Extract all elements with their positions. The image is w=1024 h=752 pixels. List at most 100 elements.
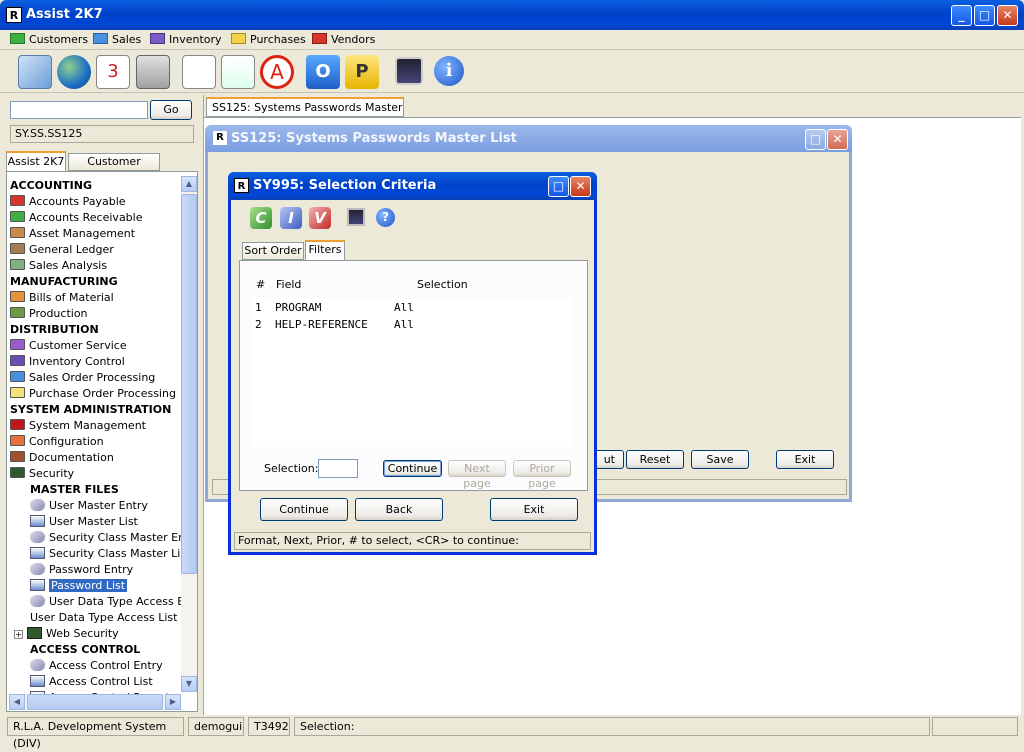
menu-inventory[interactable]: Inventory bbox=[150, 33, 222, 46]
globe-icon[interactable] bbox=[57, 55, 91, 89]
section-manufacturing[interactable]: MANUFACTURING bbox=[10, 274, 118, 290]
main-title-bar: R Assist 2K7 _ □ ✕ bbox=[0, 0, 1024, 30]
tree-bills-of-material[interactable]: Bills of Material bbox=[10, 290, 114, 306]
sy995-maximize-button[interactable]: □ bbox=[548, 176, 569, 197]
tree-user-data-type-access-list[interactable]: User Data Type Access List bbox=[30, 610, 177, 626]
tree-asset-management[interactable]: Asset Management bbox=[10, 226, 135, 242]
tree-access-control-list[interactable]: Access Control List bbox=[30, 674, 153, 690]
tree-production[interactable]: Production bbox=[10, 306, 88, 322]
tab-assist-2k7[interactable]: Assist 2K7 bbox=[6, 151, 66, 171]
doc-tab-ss125[interactable]: SS125: Systems Passwords Master List bbox=[206, 97, 404, 131]
ss125-save-button[interactable]: Save bbox=[691, 450, 749, 469]
mail-icon[interactable] bbox=[18, 55, 52, 89]
tree-general-ledger[interactable]: General Ledger bbox=[10, 242, 114, 258]
help-icon[interactable]: ? bbox=[376, 208, 395, 227]
menu-customers[interactable]: Customers bbox=[10, 33, 88, 46]
section-accounting[interactable]: ACCOUNTING bbox=[10, 178, 92, 194]
search-input[interactable] bbox=[10, 101, 148, 119]
tree-system-management[interactable]: System Management bbox=[10, 418, 146, 434]
tree-user-master-entry[interactable]: User Master Entry bbox=[30, 498, 148, 514]
maximize-button[interactable]: □ bbox=[974, 5, 995, 26]
exit-button[interactable]: Exit bbox=[490, 498, 578, 521]
ss125-exit-button[interactable]: Exit bbox=[776, 450, 834, 469]
picture-icon[interactable] bbox=[347, 208, 365, 226]
tree-configuration[interactable]: Configuration bbox=[10, 434, 104, 450]
tree-customer-service[interactable]: Customer Service bbox=[10, 338, 127, 354]
continue-button[interactable]: Continue bbox=[260, 498, 348, 521]
tree-accounts-payable[interactable]: Accounts Payable bbox=[10, 194, 126, 210]
tree-hscrollbar[interactable]: ◀ ▶ bbox=[9, 694, 181, 710]
tree-access-control-entry[interactable]: Access Control Entry bbox=[30, 658, 163, 674]
c-icon[interactable]: C bbox=[250, 207, 272, 229]
ss125-partial-button[interactable]: ut bbox=[594, 450, 624, 469]
tree-user-master-list[interactable]: User Master List bbox=[30, 514, 138, 530]
close-button[interactable]: ✕ bbox=[997, 5, 1018, 26]
minimize-button[interactable]: _ bbox=[951, 5, 972, 26]
scroll-left-button[interactable]: ◀ bbox=[9, 694, 25, 710]
section-system-administration[interactable]: SYSTEM ADMINISTRATION bbox=[10, 402, 171, 418]
ss125-reset-button[interactable]: Reset bbox=[626, 450, 684, 469]
folder-icon bbox=[10, 227, 25, 238]
back-button[interactable]: Back bbox=[355, 498, 443, 521]
sy995-close-button[interactable]: ✕ bbox=[570, 176, 591, 197]
section-distribution[interactable]: DISTRIBUTION bbox=[10, 322, 99, 338]
tree-security-class-master-entry[interactable]: Security Class Master Entry bbox=[30, 530, 197, 546]
tree-password-list[interactable]: Password List bbox=[30, 578, 128, 594]
scroll-right-button[interactable]: ▶ bbox=[165, 694, 181, 710]
col-header-selection: Selection bbox=[417, 278, 468, 291]
p-app-icon[interactable]: P bbox=[345, 55, 379, 89]
tree-security-class-master-list[interactable]: Security Class Master List bbox=[30, 546, 190, 562]
next-page-button[interactable]: Next page bbox=[448, 460, 506, 490]
section-master-files[interactable]: MASTER FILES bbox=[30, 482, 119, 498]
picture-icon[interactable] bbox=[395, 57, 423, 85]
calendar-icon[interactable]: 3 bbox=[96, 55, 130, 89]
menu-sales[interactable]: Sales bbox=[93, 33, 141, 46]
calculator-icon[interactable] bbox=[136, 55, 170, 89]
v-icon[interactable]: V bbox=[309, 207, 331, 229]
tree-accounts-receivable[interactable]: Accounts Receivable bbox=[10, 210, 143, 226]
go-button[interactable]: Go bbox=[150, 100, 192, 120]
expand-plus-icon[interactable]: + bbox=[14, 630, 23, 639]
tree-password-entry[interactable]: Password Entry bbox=[30, 562, 133, 578]
tree-inventory-control[interactable]: Inventory Control bbox=[10, 354, 125, 370]
ss125-maximize-button[interactable]: □ bbox=[805, 129, 826, 150]
tab-filters[interactable]: Filters bbox=[305, 240, 345, 261]
folder-icon bbox=[27, 627, 42, 639]
acrobat-icon[interactable]: A bbox=[260, 55, 294, 89]
spreadsheet-icon[interactable] bbox=[221, 55, 255, 89]
tree-documentation[interactable]: Documentation bbox=[10, 450, 114, 466]
list-item[interactable]: 1 PROGRAM All bbox=[252, 300, 573, 316]
continue-small-button[interactable]: Continue bbox=[383, 460, 442, 477]
section-access-control[interactable]: ACCESS CONTROL bbox=[30, 642, 140, 658]
tree-vscrollbar[interactable]: ▲ ▼ bbox=[181, 176, 197, 692]
tab-sort-order[interactable]: Sort Order bbox=[242, 242, 304, 260]
tree-user-data-type-access-entry[interactable]: User Data Type Access Ent bbox=[30, 594, 195, 610]
dialog-status-bar: Format, Next, Prior, # to select, <CR> t… bbox=[234, 532, 591, 550]
selection-input[interactable] bbox=[318, 459, 358, 478]
row-field: HELP-REFERENCE bbox=[275, 318, 368, 331]
tree-sales-analysis[interactable]: Sales Analysis bbox=[10, 258, 107, 274]
tree-security[interactable]: Security bbox=[10, 466, 74, 482]
list-item[interactable]: 2 HELP-REFERENCE All bbox=[252, 317, 573, 333]
info-icon[interactable]: i bbox=[434, 56, 464, 86]
outlook-icon[interactable]: O bbox=[306, 55, 340, 89]
scroll-up-button[interactable]: ▲ bbox=[181, 176, 197, 192]
status-terminal: T3492 bbox=[248, 717, 290, 736]
filters-list[interactable]: 1 PROGRAM All 2 HELP-REFERENCE All bbox=[252, 298, 573, 447]
app-logo-icon: R bbox=[213, 131, 227, 145]
tree-purchase-order-processing[interactable]: Purchase Order Processing bbox=[10, 386, 176, 402]
tab-customer-service[interactable]: Customer Service bbox=[68, 153, 160, 184]
document-icon[interactable] bbox=[182, 55, 216, 89]
menu-purchases[interactable]: Purchases bbox=[231, 33, 306, 46]
scroll-thumb[interactable] bbox=[181, 194, 197, 574]
prior-page-button[interactable]: Prior page bbox=[513, 460, 571, 490]
scroll-down-button[interactable]: ▼ bbox=[181, 676, 197, 692]
folder-icon bbox=[10, 451, 25, 462]
tree-sales-order-processing[interactable]: Sales Order Processing bbox=[10, 370, 155, 386]
menu-vendors[interactable]: Vendors bbox=[312, 33, 375, 46]
i-icon[interactable]: I bbox=[280, 207, 302, 229]
folder-icon bbox=[10, 259, 25, 270]
tree-web-security[interactable]: + Web Security bbox=[14, 626, 119, 642]
ss125-close-button[interactable]: ✕ bbox=[827, 129, 848, 150]
hscroll-thumb[interactable] bbox=[27, 694, 163, 710]
